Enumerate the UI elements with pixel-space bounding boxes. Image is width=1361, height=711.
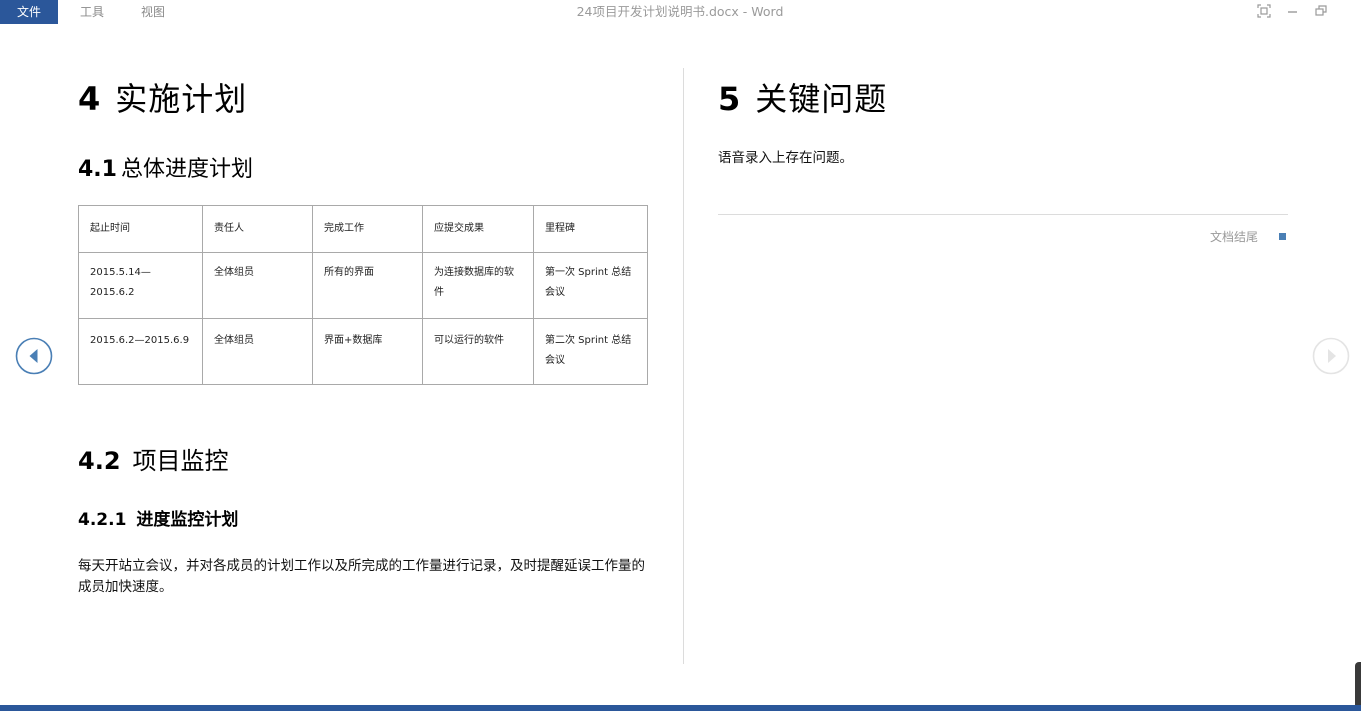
heading-number: 4 <box>78 80 102 118</box>
body-paragraph: 语音录入上存在问题。 <box>718 150 853 166</box>
table-cell: 为连接数据库的软件 <box>422 252 534 319</box>
table-cell: 界面+数据库 <box>312 318 423 385</box>
heading-number: 4.2 <box>78 447 121 475</box>
table-header-cell: 应提交成果 <box>422 205 534 253</box>
end-of-document-label: 文档结尾 <box>1210 230 1259 244</box>
table-cell: 全体组员 <box>202 318 313 385</box>
heading-section-4-2: 4.2 项目监控 <box>78 441 229 476</box>
table-cell: 可以运行的软件 <box>422 318 534 385</box>
restore-icon[interactable] <box>1314 4 1328 18</box>
table-cell: 2015.6.2—2015.6.9 <box>78 318 203 385</box>
table-cell: 全体组员 <box>202 252 313 319</box>
table-cell: 第二次 Sprint 总结会议 <box>533 318 648 385</box>
table-header-row: 起止时间 责任人 完成工作 应提交成果 里程碑 <box>78 205 648 253</box>
table-header-cell: 里程碑 <box>533 205 648 253</box>
heading-section-4-1: 4.1 总体进度计划 <box>78 151 253 183</box>
schedule-table: 起止时间 责任人 完成工作 应提交成果 里程碑 2015.5.14—2015.6… <box>78 205 648 385</box>
chevron-right-circle-icon[interactable] <box>1312 337 1350 375</box>
heading-section-5: 5 关键问题 <box>718 74 887 120</box>
heading-text: 关键问题 <box>755 80 888 118</box>
table-cell: 第一次 Sprint 总结会议 <box>533 252 648 319</box>
menu-file[interactable]: 文件 <box>0 0 58 24</box>
end-marker-icon <box>1279 233 1286 240</box>
menu-bar: 文件 工具 视图 24项目开发计划说明书.docx - Word <box>0 0 1361 24</box>
fullscreen-icon[interactable] <box>1257 4 1271 18</box>
heading-number: 4.1 <box>78 157 117 182</box>
body-paragraph: 每天开站立会议，并对各成员的计划工作以及所完成的工作量进行记录，及时提醒延误工作… <box>78 558 645 595</box>
table-row: 2015.5.14—2015.6.2 全体组员 所有的界面 为连接数据库的软件 … <box>78 252 648 319</box>
status-bar <box>0 705 1361 711</box>
menu-view[interactable]: 视图 <box>130 0 176 24</box>
table-row: 2015.6.2—2015.6.9 全体组员 界面+数据库 可以运行的软件 第二… <box>78 318 648 385</box>
table-header-cell: 起止时间 <box>78 205 203 253</box>
chevron-left-circle-icon[interactable] <box>15 337 53 375</box>
table-header-cell: 完成工作 <box>312 205 423 253</box>
heading-number: 4.2.1 <box>78 510 127 530</box>
menu-tools[interactable]: 工具 <box>70 0 114 24</box>
heading-section-4-2-1: 4.2.1 进度监控计划 <box>78 505 238 530</box>
end-divider <box>718 214 1288 215</box>
heading-text: 实施计划 <box>115 80 248 118</box>
window-title: 24项目开发计划说明书.docx - Word <box>576 4 784 19</box>
heading-section-4: 4 实施计划 <box>78 74 247 120</box>
table-cell: 所有的界面 <box>312 252 423 319</box>
heading-text: 进度监控计划 <box>136 510 239 530</box>
table-header-cell: 责任人 <box>202 205 313 253</box>
page-divider <box>683 68 684 664</box>
heading-text: 总体进度计划 <box>120 157 253 182</box>
minimize-icon[interactable] <box>1286 4 1300 18</box>
heading-number: 5 <box>718 80 742 118</box>
heading-text: 项目监控 <box>132 447 229 475</box>
resize-handle[interactable] <box>1355 662 1361 706</box>
table-cell: 2015.5.14—2015.6.2 <box>78 252 203 319</box>
